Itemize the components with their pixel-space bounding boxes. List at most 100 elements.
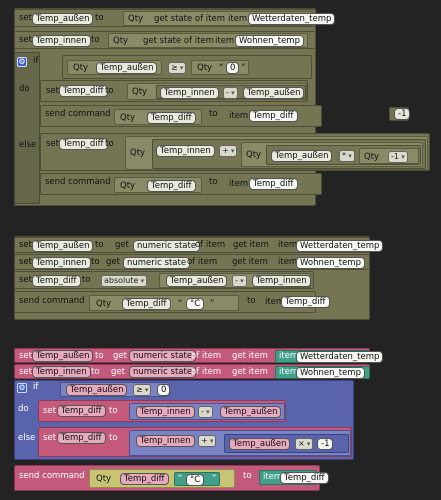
multiply-block[interactable]: Temp_außen × -1 [224, 434, 349, 453]
g1-set-temp-innen-block[interactable]: set Temp_innen to Qty get state of item … [14, 31, 316, 49]
var-temp-aussen[interactable]: Temp_außen [166, 275, 228, 287]
qty-block[interactable]: Qty -1 [359, 148, 419, 164]
var-temp-diff[interactable]: Temp_diff [57, 405, 106, 417]
var-temp-aussen[interactable]: Temp_außen [96, 62, 158, 74]
text-block[interactable]: “ °C ” [174, 472, 220, 486]
qty-block[interactable]: Qty “ 0 ” [191, 60, 249, 75]
g1-condition-block[interactable]: Qty Temp_außen ≥ Qty “ 0 ” [62, 55, 312, 79]
var-temp-innen[interactable]: Temp_innen [156, 145, 215, 157]
var-temp-innen[interactable]: Temp_innen [136, 406, 195, 418]
text-unit[interactable]: °C [186, 298, 205, 310]
var-temp-diff[interactable]: Temp_diff [147, 112, 196, 124]
item-temp-diff[interactable]: Temp_diff [249, 110, 298, 122]
item-wetterdaten[interactable]: Wetterdaten_temp [296, 351, 384, 363]
var-temp-aussen[interactable]: Temp_außen [32, 350, 94, 362]
var-temp-aussen[interactable]: Temp_außen [32, 13, 94, 25]
minus-block[interactable]: Temp_außen - Temp_innen [159, 273, 311, 288]
qty-block[interactable]: Qty Temp_innen + Qty Temp_außen * Qty -1 [125, 136, 428, 170]
minus-block[interactable]: Temp_innen - Temp_außen [129, 403, 285, 420]
math-op-dropdown[interactable]: × [295, 438, 314, 450]
g3-condition-block[interactable]: Temp_außen ≥ 0 [60, 382, 171, 397]
item-wetterdaten[interactable]: Wetterdaten_temp [248, 13, 336, 25]
item-wetterdaten[interactable]: Wetterdaten_temp [296, 240, 384, 252]
g1-set-temp-aussen-block[interactable]: set Temp_außen to Qty get state of item … [14, 9, 336, 27]
g3-set-temp-diff-block[interactable]: set Temp_diff to Temp_innen - Temp_außen [38, 400, 286, 422]
numeric-state[interactable]: numeric state [123, 257, 191, 269]
math-op-dropdown[interactable]: + [198, 435, 217, 447]
numeric-state[interactable]: numeric state [133, 240, 201, 252]
qty-block[interactable]: Qty get state of item item Wohnen_temp [108, 33, 308, 48]
item-wohnen[interactable]: Wohnen_temp [296, 367, 365, 379]
item-block[interactable]: item Wetterdaten_temp [275, 350, 384, 363]
qty-block[interactable]: Qty Temp_diff “ °C ” [89, 469, 235, 488]
multiply-block[interactable]: Temp_außen * Qty -1 [266, 145, 421, 165]
qty-block[interactable]: Qty get state of item item Wetterdaten_t… [123, 11, 336, 26]
g1-set-temp-diff-block[interactable]: set Temp_diff to Qty Temp_innen - Temp_a… [40, 80, 308, 102]
g1-else-set-temp-diff-block[interactable]: set Temp_diff to Qty Temp_innen + Qty Te… [40, 133, 430, 171]
plus-block[interactable]: Temp_innen + Qty Temp_außen * Qty -1 [152, 139, 426, 169]
number-minus-one-dropdown[interactable]: -1 [388, 151, 408, 163]
item-wohnen[interactable]: Wohnen_temp [235, 35, 304, 47]
var-temp-innen[interactable]: Temp_innen [32, 366, 91, 378]
var-temp-diff[interactable]: Temp_diff [59, 85, 108, 97]
item-wohnen[interactable]: Wohnen_temp [296, 257, 365, 269]
minus-block[interactable]: Temp_innen - Temp_außen [156, 85, 306, 99]
var-temp-innen[interactable]: Temp_innen [32, 35, 91, 47]
qty-block[interactable]: Qty Temp_diff “ °C ” [89, 295, 239, 311]
var-temp-aussen[interactable]: Temp_außen [66, 384, 128, 396]
var-temp-aussen[interactable]: Temp_außen [243, 87, 305, 99]
text-unit[interactable]: °C [186, 474, 205, 486]
item-block[interactable]: item Wohnen_temp [275, 366, 370, 379]
text-zero[interactable]: 0 [226, 62, 240, 74]
var-temp-innen[interactable]: Temp_innen [136, 435, 195, 447]
compare-op-dropdown[interactable]: ≥ [133, 384, 152, 396]
math-op-dropdown[interactable]: + [219, 145, 238, 157]
numeric-state[interactable]: numeric state [129, 366, 197, 378]
var-temp-aussen[interactable]: Temp_außen [229, 438, 291, 450]
item-temp-diff[interactable]: Temp_diff [249, 178, 298, 190]
g3-set-temp-innen-block[interactable]: set Temp_innen to get numeric state of i… [14, 364, 370, 379]
var-temp-diff[interactable]: Temp_diff [32, 275, 81, 287]
var-temp-innen[interactable]: Temp_innen [160, 87, 219, 99]
g2-send-command-block[interactable]: send command Qty Temp_diff “ °C ” to ite… [14, 291, 330, 313]
item-temp-diff[interactable]: Temp_diff [281, 296, 330, 308]
var-temp-innen[interactable]: Temp_innen [252, 275, 311, 287]
var-temp-diff[interactable]: Temp_diff [57, 432, 106, 444]
var-temp-aussen[interactable]: Temp_außen [32, 240, 94, 252]
gear-icon[interactable]: ⚙ [17, 383, 27, 393]
math-op-dropdown[interactable]: - [232, 275, 247, 287]
g1-if-block[interactable] [14, 52, 40, 204]
g2-set-temp-aussen-block[interactable]: set Temp_außen to get numeric state of i… [14, 237, 384, 253]
var-temp-diff[interactable]: Temp_diff [59, 138, 108, 150]
g1-send-command-block[interactable]: send command Qty Temp_diff to item Temp_… [40, 105, 322, 127]
number-zero[interactable]: 0 [157, 384, 171, 396]
number-minus-one[interactable]: -1 [317, 438, 334, 450]
var-temp-diff[interactable]: Temp_diff [147, 180, 196, 192]
var-temp-diff[interactable]: Temp_diff [120, 473, 169, 485]
var-temp-aussen[interactable]: Temp_außen [220, 406, 282, 418]
number-minus-one[interactable]: -1 [394, 108, 411, 120]
plus-block[interactable]: Temp_innen + Temp_außen × -1 [129, 430, 351, 456]
qty-block[interactable]: Qty Temp_außen [67, 60, 162, 75]
var-temp-diff[interactable]: Temp_diff [122, 298, 171, 310]
g3-send-command-block[interactable]: send command Qty Temp_diff “ °C ” to ite… [14, 465, 329, 491]
item-temp-diff[interactable]: Temp_diff [280, 472, 329, 484]
var-temp-innen[interactable]: Temp_innen [32, 257, 91, 269]
qty-block[interactable]: Qty Temp_diff [114, 177, 202, 193]
compare-op-dropdown[interactable]: ≥ [168, 62, 187, 74]
g1-else-send-command-block[interactable]: send command Qty Temp_diff to item Temp_… [40, 173, 322, 195]
g3-set-temp-aussen-block[interactable]: set Temp_außen to get numeric state of i… [14, 348, 384, 363]
math-op-dropdown[interactable]: * [339, 150, 355, 162]
absolute-dropdown[interactable]: absolute [101, 275, 148, 287]
gear-icon[interactable]: ⚙ [17, 57, 27, 67]
qty-block[interactable]: Qty Temp_innen - Temp_außen [127, 83, 307, 100]
detached-number-block[interactable]: -1 [389, 107, 411, 121]
math-op-dropdown[interactable]: - [223, 87, 238, 99]
g2-set-temp-innen-block[interactable]: set Temp_innen to get numeric state of i… [14, 254, 370, 270]
item-block[interactable]: item Temp_diff [259, 470, 329, 485]
numeric-state[interactable]: numeric state [129, 350, 197, 362]
var-temp-aussen[interactable]: Temp_außen [271, 150, 333, 162]
math-op-dropdown[interactable]: - [198, 406, 213, 418]
qty-block[interactable]: Qty Temp_diff [114, 109, 202, 125]
qty-block[interactable]: Qty Temp_außen * Qty -1 [241, 142, 423, 167]
